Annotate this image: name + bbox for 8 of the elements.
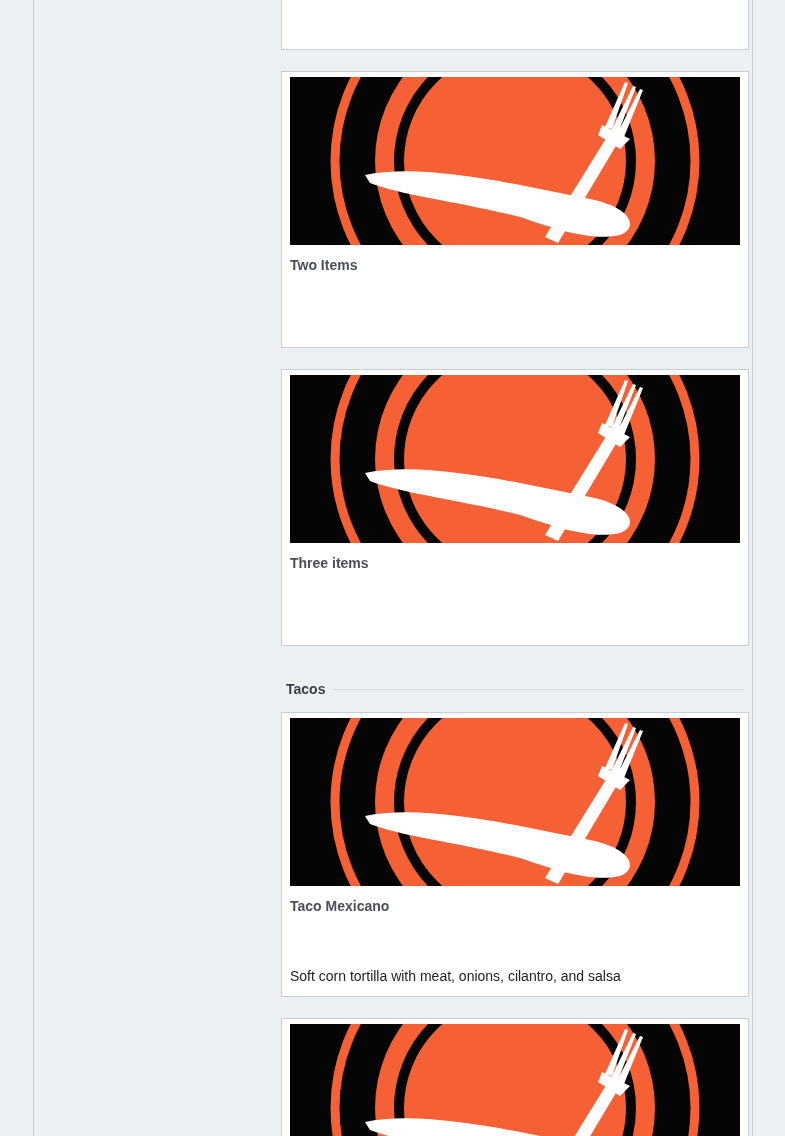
menu-item-card[interactable]: Two Items (281, 71, 749, 348)
item-title: Taco Mexicano (290, 898, 391, 914)
item-title: Three items (290, 555, 370, 571)
item-description: Soft corn tortilla with meat, onions, cilantro, and salsa (290, 968, 622, 984)
section-heading: Tacos (286, 679, 326, 699)
item-title: Two Items (290, 257, 359, 273)
menu-item-card[interactable]: Taco Mexicano Soft corn tortilla with meat, onions, cilantro, and salsa (281, 712, 749, 997)
menu-item-card[interactable]: Three items (281, 369, 749, 646)
